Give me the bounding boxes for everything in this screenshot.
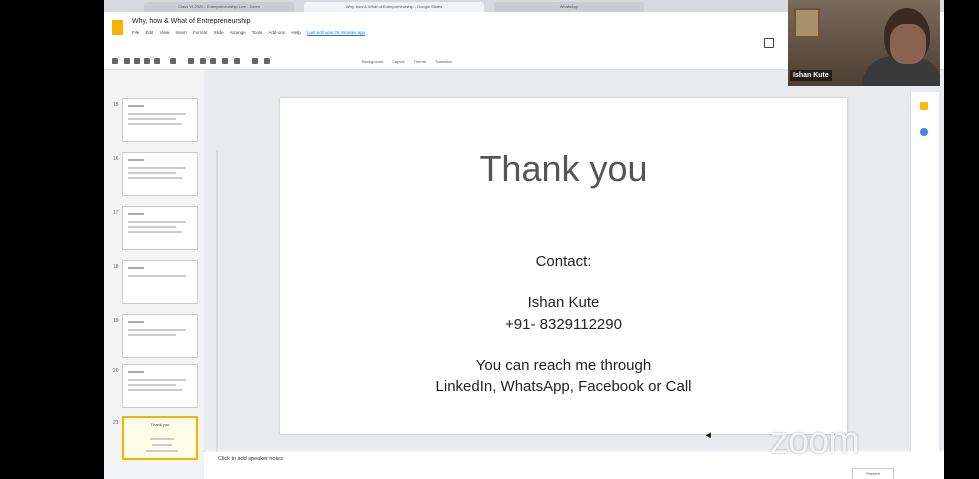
vertical-ruler	[216, 150, 218, 479]
zoom-watermark: zoom	[770, 420, 860, 462]
select-icon[interactable]	[188, 58, 194, 64]
comments-icon[interactable]	[764, 38, 774, 48]
keep-icon[interactable]	[920, 102, 928, 110]
menu-edit[interactable]: Edit	[146, 30, 154, 35]
wall-frame	[794, 8, 820, 38]
menu-view[interactable]: View	[160, 30, 170, 35]
textbox-icon[interactable]	[200, 58, 206, 64]
menu-bar: File Edit View Insert Format Slide Arran…	[132, 30, 370, 35]
participant-face	[890, 24, 926, 64]
tasks-icon[interactable]	[920, 128, 928, 136]
browser-tab-slides[interactable]: Why, how & What of Entrepreneurship - Go…	[304, 2, 484, 12]
zoom-icon[interactable]	[170, 58, 176, 64]
side-panel	[910, 92, 939, 462]
thumb-title: Thank you	[150, 422, 170, 427]
slide-filmstrip: 15 16 17 18 19 20 21 Thank you	[104, 70, 205, 465]
present-button[interactable]: Present	[852, 468, 894, 479]
theme-button[interactable]: Theme	[414, 59, 426, 64]
contact-name[interactable]: Ishan Kute	[280, 294, 847, 311]
thumb-number: 19	[113, 318, 119, 324]
menu-insert[interactable]: Insert	[176, 30, 187, 35]
layout-icon[interactable]	[264, 58, 270, 64]
thumb-number: 20	[113, 368, 119, 374]
webcam-thumbnail[interactable]: Ishan Kute	[788, 0, 940, 86]
slide-thumbnail[interactable]	[122, 206, 198, 250]
comment-add-icon[interactable]	[252, 58, 258, 64]
print-icon[interactable]	[144, 58, 150, 64]
slides-logo-icon[interactable]	[112, 20, 123, 35]
slide-thumbnail[interactable]	[122, 314, 198, 358]
paint-format-icon[interactable]	[154, 58, 160, 64]
transition-button[interactable]: Transition	[435, 59, 452, 64]
slide-thumbnail[interactable]	[122, 260, 198, 304]
menu-slide[interactable]: Slide	[214, 30, 224, 35]
thumb-number: 16	[113, 156, 119, 162]
reach-line-2[interactable]: LinkedIn, WhatsApp, Facebook or Call	[280, 378, 847, 395]
slide-thumbnail[interactable]	[122, 152, 198, 196]
menu-arrange[interactable]: Arrange	[230, 30, 246, 35]
menu-file[interactable]: File	[132, 30, 139, 35]
slide-thumbnail[interactable]	[122, 364, 198, 408]
thumb-number: 17	[113, 210, 119, 216]
browser-tab-zoom[interactable]: Class VI-2020 - Entrepreneurship Live - …	[144, 2, 294, 12]
contact-label[interactable]: Contact:	[280, 253, 847, 270]
document-title[interactable]: Why, how & What of Entrepreneurship	[132, 18, 251, 25]
browser-tab-whatsapp[interactable]: WhatsApp	[494, 2, 644, 12]
speaker-notes-placeholder: Click to add speaker notes	[218, 456, 283, 462]
background-button[interactable]: Background	[362, 59, 383, 64]
last-edit-link[interactable]: Last edit was 26 minutes ago	[307, 30, 365, 35]
undo-icon[interactable]	[124, 58, 130, 64]
slide-title[interactable]: Thank you	[280, 148, 847, 190]
thumb-number: 18	[113, 264, 119, 270]
reach-line-1[interactable]: You can reach me through	[280, 357, 847, 374]
menu-tools[interactable]: Tools	[252, 30, 263, 35]
menu-help[interactable]: Help	[291, 30, 300, 35]
new-slide-icon[interactable]	[112, 58, 118, 64]
contact-phone[interactable]: +91- 8329112290	[280, 316, 847, 333]
redo-icon[interactable]	[134, 58, 140, 64]
thumb-number: 15	[113, 102, 119, 108]
line-icon[interactable]	[234, 58, 240, 64]
layout-button[interactable]: Layout	[392, 59, 404, 64]
menu-format[interactable]: Format	[193, 30, 207, 35]
menu-addons[interactable]: Add-ons	[268, 30, 285, 35]
current-slide[interactable]: Thank you Contact: Ishan Kute +91- 83291…	[280, 98, 847, 434]
image-icon[interactable]	[210, 58, 216, 64]
toolbar-text-buttons: Background Layout Theme Transition	[362, 59, 460, 64]
slide-thumbnail[interactable]	[122, 98, 198, 142]
slide-thumbnail-selected[interactable]: Thank you	[122, 416, 198, 460]
thumb-number: 21	[113, 420, 119, 426]
shape-icon[interactable]	[222, 58, 228, 64]
participant-name-label: Ishan Kute	[790, 70, 832, 81]
